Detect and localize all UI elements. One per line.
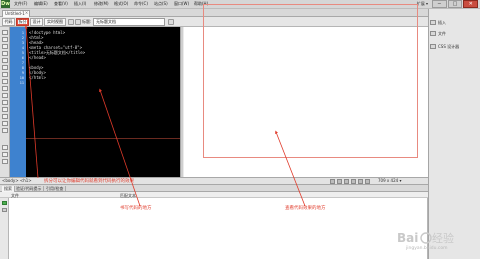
arrow-to-code-editor — [99, 88, 141, 207]
svg-text:Bai: Bai — [397, 231, 418, 245]
arrow-to-design-view — [275, 130, 306, 207]
baidu-jingyan-watermark: Bai 经验 — [397, 231, 454, 245]
arrow-to-split-button — [24, 25, 39, 179]
svg-text:经验: 经验 — [432, 231, 454, 245]
preview-area-annotation: 查看代码效果的地方 — [285, 206, 326, 211]
code-area-annotation: 书写代码的地方 — [120, 206, 152, 211]
watermark-url: jingyan.baidu.com — [406, 246, 448, 251]
annotation-arrows — [24, 25, 306, 207]
split-hint-annotation: 拆分可以让你编辑代码就看到代码执行的效果 — [44, 179, 134, 184]
